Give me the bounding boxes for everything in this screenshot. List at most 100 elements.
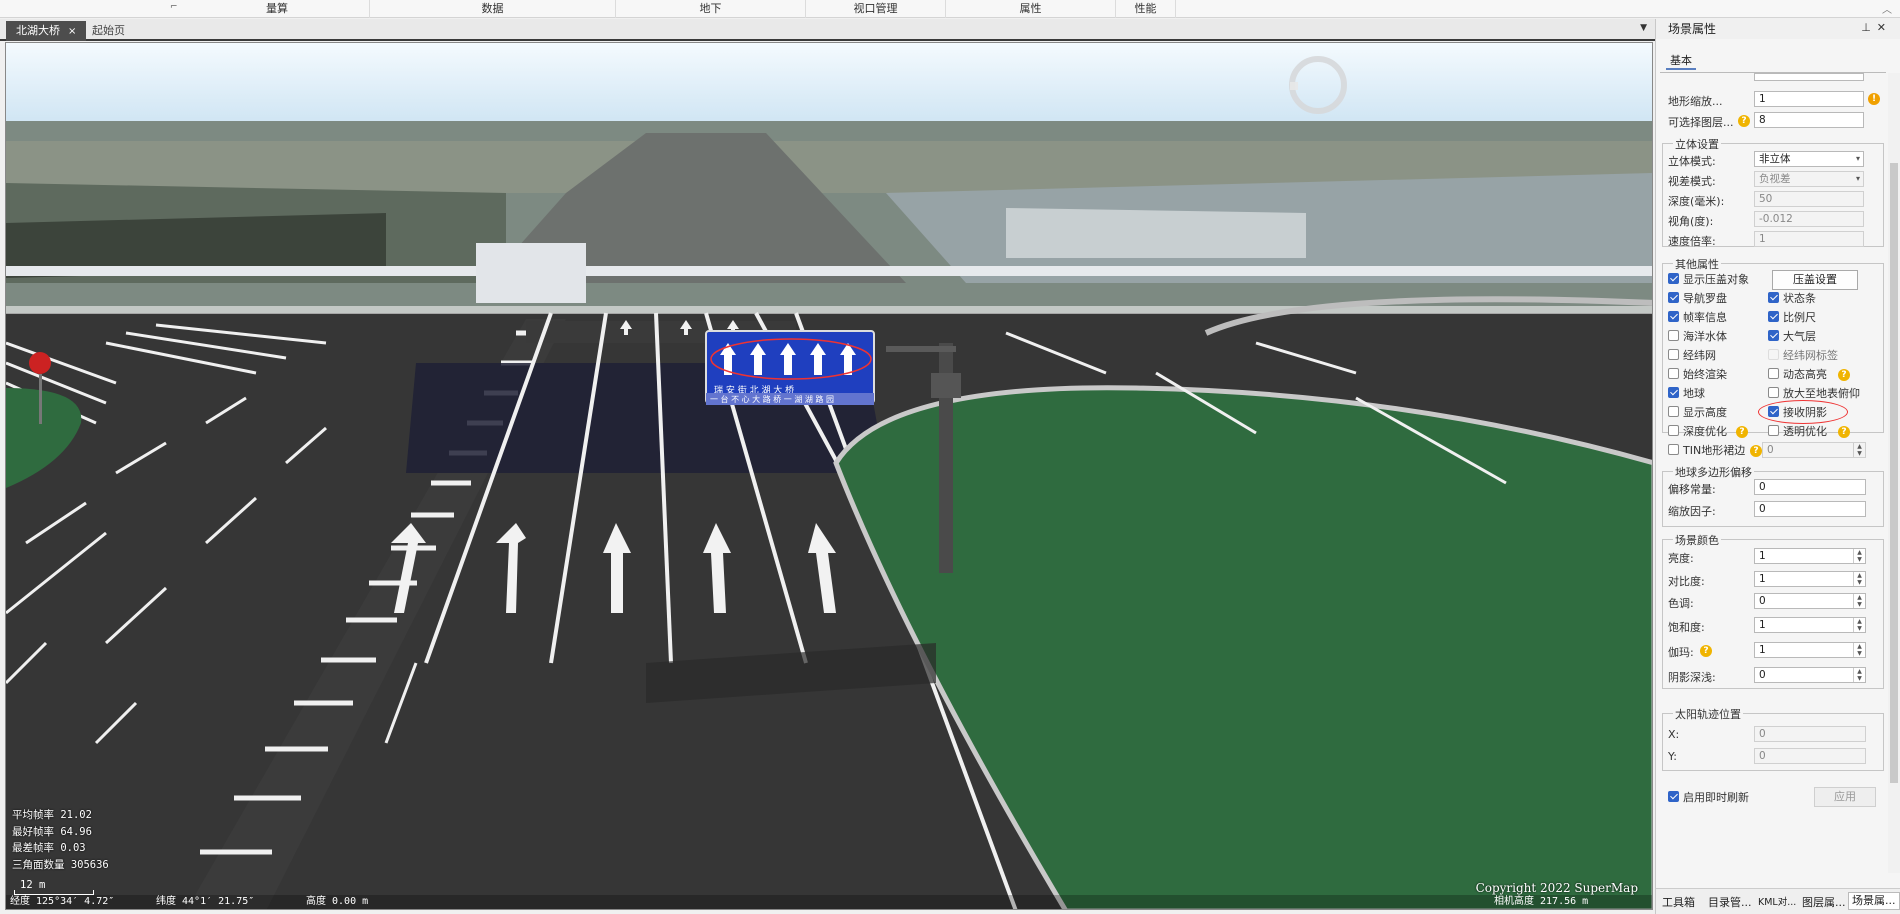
scale-factor-input[interactable]: 0 xyxy=(1754,501,1866,517)
checkbox-box[interactable] xyxy=(1768,330,1779,341)
always-render-checkbox[interactable]: 始终渲染 xyxy=(1668,368,1727,382)
ribbon-tab-measure[interactable]: 量算 xyxy=(185,0,370,18)
hue-input[interactable]: 0 ▲ ▼ xyxy=(1754,593,1866,609)
partial-field[interactable] xyxy=(1754,73,1864,81)
realtime-refresh-checkbox[interactable]: 启用即时刷新 xyxy=(1668,791,1749,805)
dynamic-highlight-checkbox[interactable]: 动态高亮 xyxy=(1768,368,1827,382)
checkbox-box[interactable] xyxy=(1768,425,1779,436)
cover-settings-button[interactable]: 压盖设置 xyxy=(1772,270,1858,290)
tab-toolbox[interactable]: 工具箱 xyxy=(1662,894,1695,910)
status-bar-checkbox[interactable]: 状态条 xyxy=(1768,292,1816,306)
tab-kml[interactable]: KML对... xyxy=(1758,894,1796,908)
speed-ratio-input[interactable]: 1 xyxy=(1754,231,1864,247)
tab-catalog[interactable]: 目录管... xyxy=(1708,894,1752,910)
spinner-arrows-icon[interactable]: ▲ ▼ xyxy=(1853,594,1865,608)
checkbox-box[interactable] xyxy=(1768,368,1779,379)
help-icon[interactable]: ? xyxy=(1700,645,1712,657)
contrast-input[interactable]: 1 ▲ ▼ xyxy=(1754,571,1866,587)
zoom-surface-pitch-checkbox[interactable]: 放大至地表俯仰 xyxy=(1768,387,1860,401)
collapse-ribbon-icon[interactable]: ︿ xyxy=(1882,1,1892,16)
checkbox-box[interactable] xyxy=(1668,368,1679,379)
checkbox-box[interactable] xyxy=(1768,349,1779,360)
close-icon[interactable]: ✕ xyxy=(1877,21,1892,34)
tab-list-dropdown-icon[interactable]: ▼ xyxy=(1640,23,1647,33)
ribbon-tab-data[interactable]: 数据 xyxy=(370,0,616,18)
fps-info-checkbox[interactable]: 帧率信息 xyxy=(1668,311,1727,325)
sun-x-input[interactable]: 0 xyxy=(1754,726,1866,742)
help-icon[interactable]: ? xyxy=(1738,115,1750,127)
properties-scroll-area[interactable]: 地形缩放... 1 ! 可选择图层... ? 8 立体设置 立体模式: 非立体 ▾… xyxy=(1656,73,1888,873)
scale-factor-label: 缩放因子: xyxy=(1668,505,1716,518)
spinner-arrows-icon[interactable]: ▲ ▼ xyxy=(1853,443,1865,457)
parallax-mode-select[interactable]: 负视差 ▾ xyxy=(1754,171,1864,187)
tab-basic[interactable]: 基本 xyxy=(1666,52,1696,70)
dialog-launcher-icon[interactable]: ⌐ xyxy=(170,2,182,14)
globe-checkbox[interactable]: 地球 xyxy=(1668,387,1705,401)
spinner-arrows-icon[interactable]: ▲ ▼ xyxy=(1853,668,1865,682)
saturation-label: 饱和度: xyxy=(1668,621,1705,634)
brightness-value: 1 xyxy=(1759,550,1766,562)
close-icon[interactable]: × xyxy=(68,26,76,37)
help-icon[interactable]: ? xyxy=(1736,426,1748,438)
checkbox-box[interactable] xyxy=(1768,311,1779,322)
nav-compass-checkbox[interactable]: 导航罗盘 xyxy=(1668,292,1727,306)
help-icon[interactable]: ? xyxy=(1838,369,1850,381)
scale-bar: 12 m xyxy=(14,879,94,895)
checkbox-box[interactable] xyxy=(1668,425,1679,436)
gamma-input[interactable]: 1 ▲ ▼ xyxy=(1754,642,1866,658)
scene-3d-render[interactable]: 瑞 安 街 北 湖 大 桥 一 台 不 心 大 路 桥 一 湖 湖 路 园 xyxy=(6,43,1653,910)
doc-tab-start-page[interactable]: 起始页 xyxy=(82,21,135,41)
scene-viewport[interactable]: 瑞 安 街 北 湖 大 桥 一 台 不 心 大 路 桥 一 湖 湖 路 园 平均… xyxy=(5,42,1653,910)
show-height-checkbox[interactable]: 显示高度 xyxy=(1668,406,1727,420)
panel-scrollbar[interactable] xyxy=(1888,73,1900,873)
scrollbar-thumb[interactable] xyxy=(1890,163,1898,783)
graticule-checkbox[interactable]: 经纬网 xyxy=(1668,349,1716,363)
transparency-optimize-checkbox[interactable]: 透明优化 xyxy=(1768,425,1827,439)
view-angle-input[interactable]: -0.012 xyxy=(1754,211,1864,227)
saturation-input[interactable]: 1 ▲ ▼ xyxy=(1754,617,1866,633)
ribbon-tab-performance[interactable]: 性能 xyxy=(1116,0,1176,18)
checkbox-box[interactable] xyxy=(1768,292,1779,303)
ocean-checkbox[interactable]: 海洋水体 xyxy=(1668,330,1727,344)
checkbox-box[interactable] xyxy=(1668,406,1679,417)
help-icon[interactable]: ? xyxy=(1750,445,1762,457)
help-icon[interactable]: ? xyxy=(1838,426,1850,438)
depth-input[interactable]: 50 xyxy=(1754,191,1864,207)
checkbox-box[interactable] xyxy=(1668,273,1679,284)
show-cover-objects-checkbox[interactable]: 显示压盖对象 xyxy=(1668,273,1749,287)
checkbox-box[interactable] xyxy=(1668,791,1679,802)
tin-skirt-checkbox[interactable]: TIN地形裙边 xyxy=(1668,444,1745,458)
atmosphere-checkbox[interactable]: 大气层 xyxy=(1768,330,1816,344)
tab-scene-properties[interactable]: 场景属... xyxy=(1848,892,1900,910)
stereo-mode-select[interactable]: 非立体 ▾ xyxy=(1754,151,1864,167)
sun-y-input[interactable]: 0 xyxy=(1754,748,1866,764)
spinner-arrows-icon[interactable]: ▲ ▼ xyxy=(1853,572,1865,586)
brightness-input[interactable]: 1 ▲ ▼ xyxy=(1754,548,1866,564)
checkbox-box[interactable] xyxy=(1668,311,1679,322)
pin-icon[interactable]: ⊥ xyxy=(1861,21,1877,34)
ribbon-tab-properties[interactable]: 属性 xyxy=(946,0,1116,18)
spinner-arrows-icon[interactable]: ▲ ▼ xyxy=(1853,549,1865,563)
checkbox-box[interactable] xyxy=(1668,330,1679,341)
spinner-arrows-icon[interactable]: ▲ ▼ xyxy=(1853,618,1865,632)
doc-tab-beihu-bridge[interactable]: 北湖大桥 × xyxy=(6,21,87,41)
sun-position-title: 太阳轨迹位置 xyxy=(1673,706,1743,722)
tab-layer-properties[interactable]: 图层属... xyxy=(1802,894,1846,910)
apply-button[interactable]: 应用 xyxy=(1814,787,1876,807)
offset-constant-input[interactable]: 0 xyxy=(1754,479,1866,495)
shadow-depth-input[interactable]: 0 ▲ ▼ xyxy=(1754,667,1866,683)
checkbox-box[interactable] xyxy=(1768,387,1779,398)
spinner-arrows-icon[interactable]: ▲ ▼ xyxy=(1853,643,1865,657)
terrain-scale-input[interactable]: 1 xyxy=(1754,91,1864,107)
checkbox-box[interactable] xyxy=(1668,292,1679,303)
selectable-layers-input[interactable]: 8 xyxy=(1754,112,1864,128)
ribbon-tab-viewport[interactable]: 视口管理 xyxy=(806,0,946,18)
graticule-labels-checkbox[interactable]: 经纬网标签 xyxy=(1768,349,1838,363)
depth-optimize-checkbox[interactable]: 深度优化 xyxy=(1668,425,1727,439)
checkbox-box[interactable] xyxy=(1668,387,1679,398)
checkbox-box[interactable] xyxy=(1668,444,1679,455)
checkbox-box[interactable] xyxy=(1668,349,1679,360)
ribbon-tab-underground[interactable]: 地下 xyxy=(616,0,806,18)
tin-skirt-input[interactable]: 0 ▲ ▼ xyxy=(1762,442,1866,458)
scale-bar-checkbox[interactable]: 比例尺 xyxy=(1768,311,1816,325)
